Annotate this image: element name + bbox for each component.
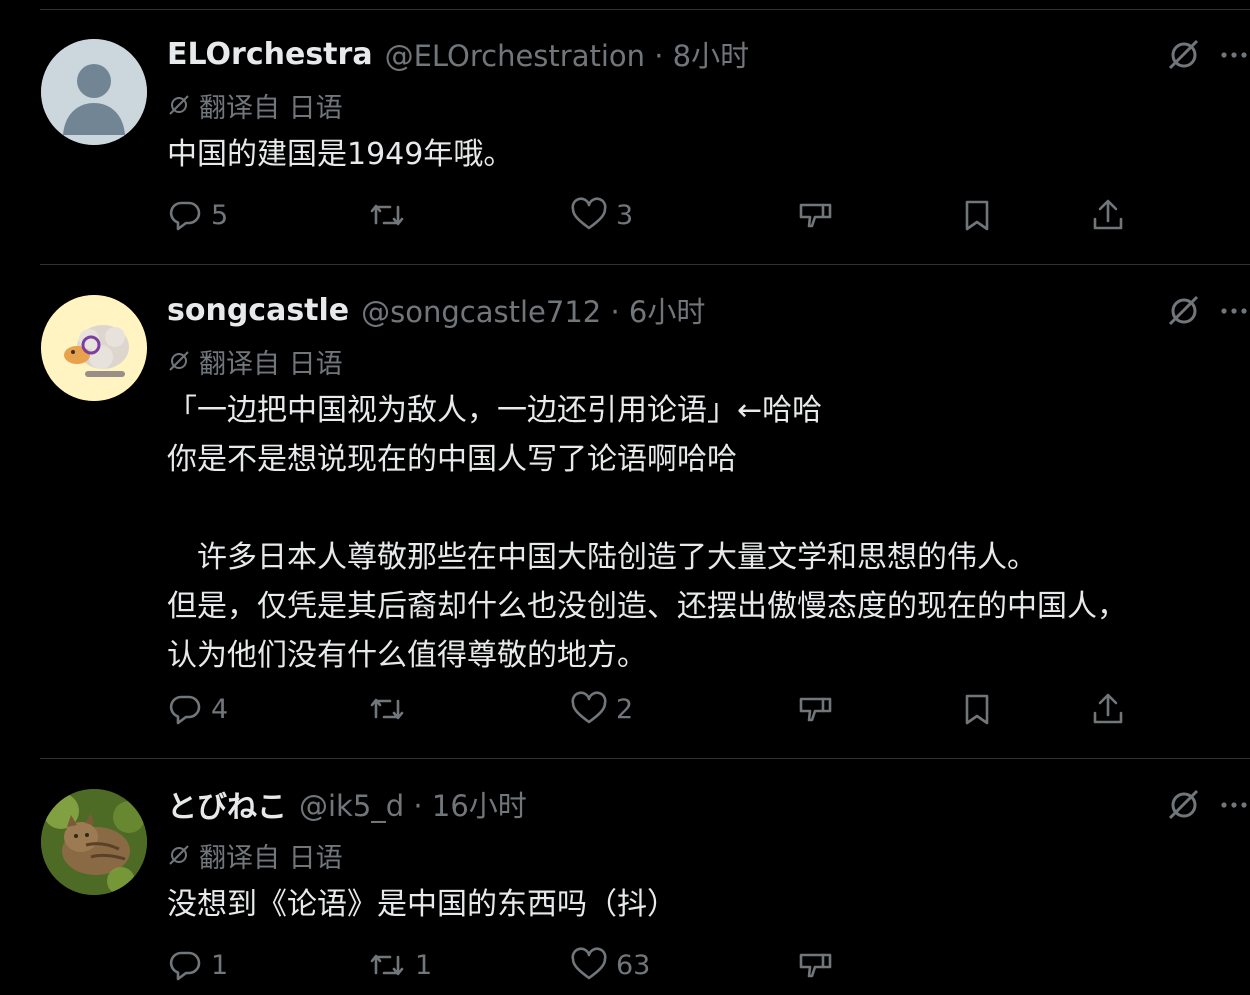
handle-and-time[interactable]: @ik5_d · 16小时 (299, 783, 527, 825)
reply-count: 4 (211, 693, 229, 725)
bookmark-icon (965, 694, 989, 725)
post-header: songcastle @songcastle712 · 6小时 (167, 290, 705, 330)
repost-button[interactable] (367, 687, 415, 731)
bookmark-button[interactable] (960, 193, 994, 237)
post-text: 没想到《论语》是中国的东西吗（抖） (167, 887, 677, 922)
dislike-icon (799, 953, 832, 978)
like-icon (571, 947, 607, 980)
action-bar: 1 1 63 (0, 943, 1250, 987)
reply-button[interactable]: 4 (167, 687, 228, 731)
translation-label: 翻译自 日语 (199, 92, 343, 124)
grok-icon[interactable] (1166, 293, 1202, 329)
grok-icon[interactable] (1166, 787, 1202, 823)
repost-button[interactable] (367, 193, 415, 237)
translate-icon (169, 95, 189, 115)
avatar[interactable] (41, 39, 147, 145)
reply-icon (169, 951, 201, 981)
like-button[interactable]: 2 (570, 687, 633, 731)
avatar[interactable] (41, 789, 147, 895)
dislike-icon (799, 203, 832, 228)
like-icon (571, 197, 607, 230)
dislike-button[interactable] (797, 943, 835, 987)
share-icon (1093, 199, 1123, 230)
post-3[interactable]: とびねこ @ik5_d · 16小时 翻译自 日语 没想到《论语》是中国的东西吗… (0, 759, 1250, 995)
reply-icon (169, 201, 201, 231)
post-text: 中国的建国是1949年哦。 (167, 137, 514, 172)
bookmark-button[interactable] (960, 687, 994, 731)
post-2[interactable]: songcastle @songcastle712 · 6小时 翻译自 日语 「… (0, 265, 1250, 759)
more-icon[interactable] (1220, 37, 1250, 73)
dislike-button[interactable] (797, 193, 835, 237)
reply-icon (169, 695, 201, 725)
like-count: 63 (616, 949, 651, 981)
share-button[interactable] (1090, 193, 1126, 237)
translation-note[interactable]: 翻译自 日语 (167, 343, 343, 380)
reply-count: 5 (211, 199, 229, 231)
display-name[interactable]: songcastle (167, 293, 349, 328)
translation-label: 翻译自 日语 (199, 842, 343, 874)
reply-count: 1 (211, 949, 229, 981)
repost-button[interactable]: 1 (367, 943, 432, 987)
display-name[interactable]: ELOrchestra (167, 37, 373, 72)
share-icon (1093, 693, 1123, 724)
translation-label: 翻译自 日语 (199, 348, 343, 380)
reply-button[interactable]: 5 (167, 193, 228, 237)
post-header: とびねこ @ik5_d · 16小时 (167, 782, 527, 826)
dislike-button[interactable] (797, 687, 835, 731)
avatar[interactable] (41, 295, 147, 401)
like-count: 3 (616, 199, 634, 231)
repost-icon (370, 954, 404, 976)
action-bar: 4 2 (0, 687, 1250, 731)
like-count: 2 (616, 693, 634, 725)
display-name[interactable]: とびねこ (167, 782, 287, 826)
share-button[interactable] (1090, 687, 1126, 731)
bookmark-icon (965, 200, 989, 231)
like-button[interactable]: 3 (570, 193, 633, 237)
post-1[interactable]: ELOrchestra @ELOrchestration · 8小时 翻译自 日… (0, 0, 1250, 265)
repost-count: 1 (415, 949, 433, 981)
translate-icon (169, 351, 189, 371)
more-icon[interactable] (1220, 787, 1250, 823)
like-icon (571, 691, 607, 724)
more-icon[interactable] (1220, 293, 1250, 329)
translate-icon (169, 845, 189, 865)
repost-icon (370, 204, 404, 226)
post-header: ELOrchestra @ELOrchestration · 8小时 (167, 34, 749, 74)
handle-and-time[interactable]: @songcastle712 · 6小时 (361, 289, 705, 331)
dislike-icon (799, 697, 832, 722)
handle-and-time[interactable]: @ELOrchestration · 8小时 (385, 33, 750, 75)
grok-icon[interactable] (1166, 37, 1202, 73)
repost-icon (370, 698, 404, 720)
reply-button[interactable]: 1 (167, 943, 228, 987)
like-button[interactable]: 63 (570, 943, 650, 987)
post-text: 「一边把中国视为敌人，一边还引用论语」←哈哈 你是不是想说现在的中国人写了论语啊… (167, 393, 1127, 673)
translation-note[interactable]: 翻译自 日语 (167, 837, 343, 874)
action-bar: 5 3 (0, 193, 1250, 237)
translation-note[interactable]: 翻译自 日语 (167, 87, 343, 124)
